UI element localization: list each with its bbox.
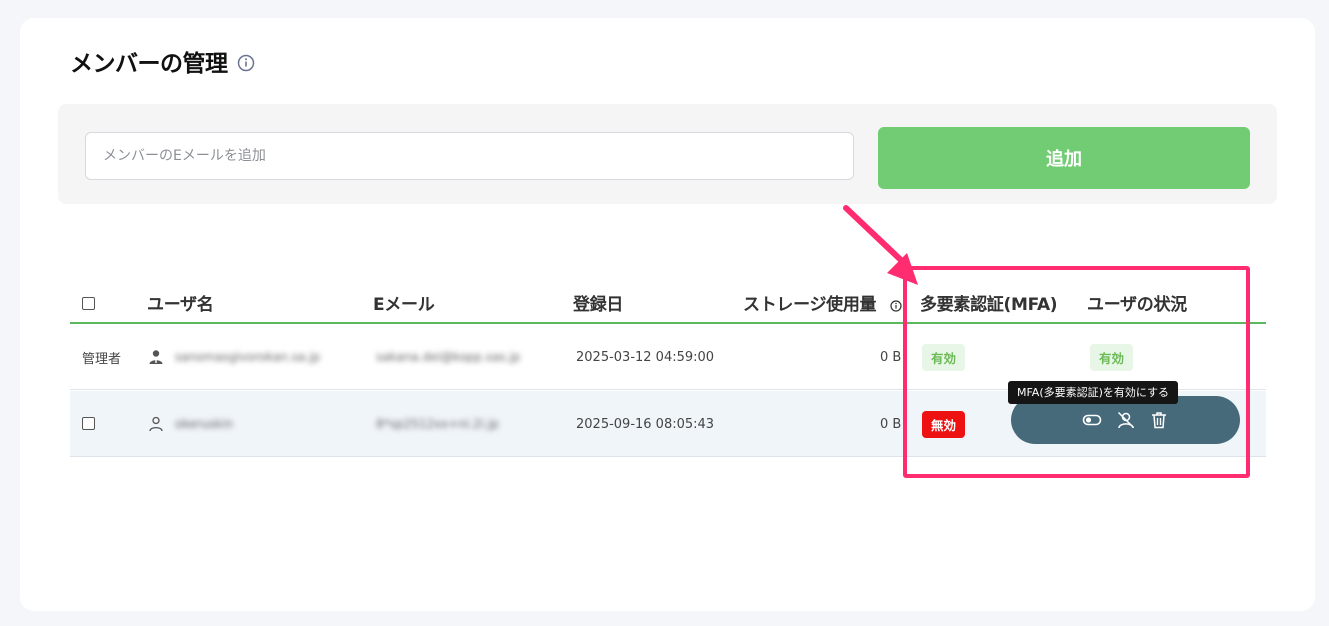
header-registered[interactable]: 登録日 xyxy=(573,290,623,315)
add-member-button[interactable]: 追加 xyxy=(878,127,1250,189)
header-mfa[interactable]: 多要素認証(MFA) xyxy=(920,290,1058,315)
page-title-wrap: メンバーの管理 xyxy=(70,44,255,78)
registered-date: 2025-09-16 08:05:43 xyxy=(576,416,715,432)
mfa-tooltip: MFA(多要素認証)を有効にする xyxy=(1008,381,1179,404)
table-header: ユーザ名 Eメール 登録日 ストレージ使用量 多要素認証(MFA) ユーザの状況 xyxy=(70,284,1266,324)
page-title: メンバーの管理 xyxy=(70,51,228,77)
role-label: 管理者 xyxy=(82,351,122,367)
user-filled-icon xyxy=(148,349,164,365)
registered-date: 2025-03-12 04:59:00 xyxy=(576,349,715,365)
trash-icon[interactable] xyxy=(1149,410,1169,430)
email: 8*sp2512xx+ni.2i.jp xyxy=(376,417,499,431)
header-username[interactable]: ユーザ名 xyxy=(147,290,214,315)
row-checkbox[interactable] xyxy=(82,417,95,430)
storage-usage: 0 B xyxy=(880,416,902,432)
info-circle-icon[interactable] xyxy=(237,52,255,72)
username: okeruskin xyxy=(175,417,233,431)
user-outline-icon xyxy=(148,416,164,432)
header-status[interactable]: ユーザの状況 xyxy=(1087,290,1187,315)
username: sanomasgivorokan.sa.jp xyxy=(175,350,321,364)
toggle-icon[interactable] xyxy=(1082,410,1102,430)
member-email-input[interactable] xyxy=(85,132,854,180)
header-storage[interactable]: ストレージ使用量 xyxy=(743,290,877,315)
header-email[interactable]: Eメール xyxy=(373,290,435,315)
user-remove-icon[interactable] xyxy=(1116,410,1136,430)
status-badge: 有効 xyxy=(1090,343,1134,371)
mfa-badge: 無効 xyxy=(922,410,966,438)
select-all-checkbox[interactable] xyxy=(82,297,95,310)
email: sakana.dei@kopp.sas.jp xyxy=(376,350,521,364)
storage-usage: 0 B xyxy=(880,349,902,365)
storage-info-icon[interactable] xyxy=(890,297,902,312)
mfa-badge: 有効 xyxy=(922,343,966,371)
